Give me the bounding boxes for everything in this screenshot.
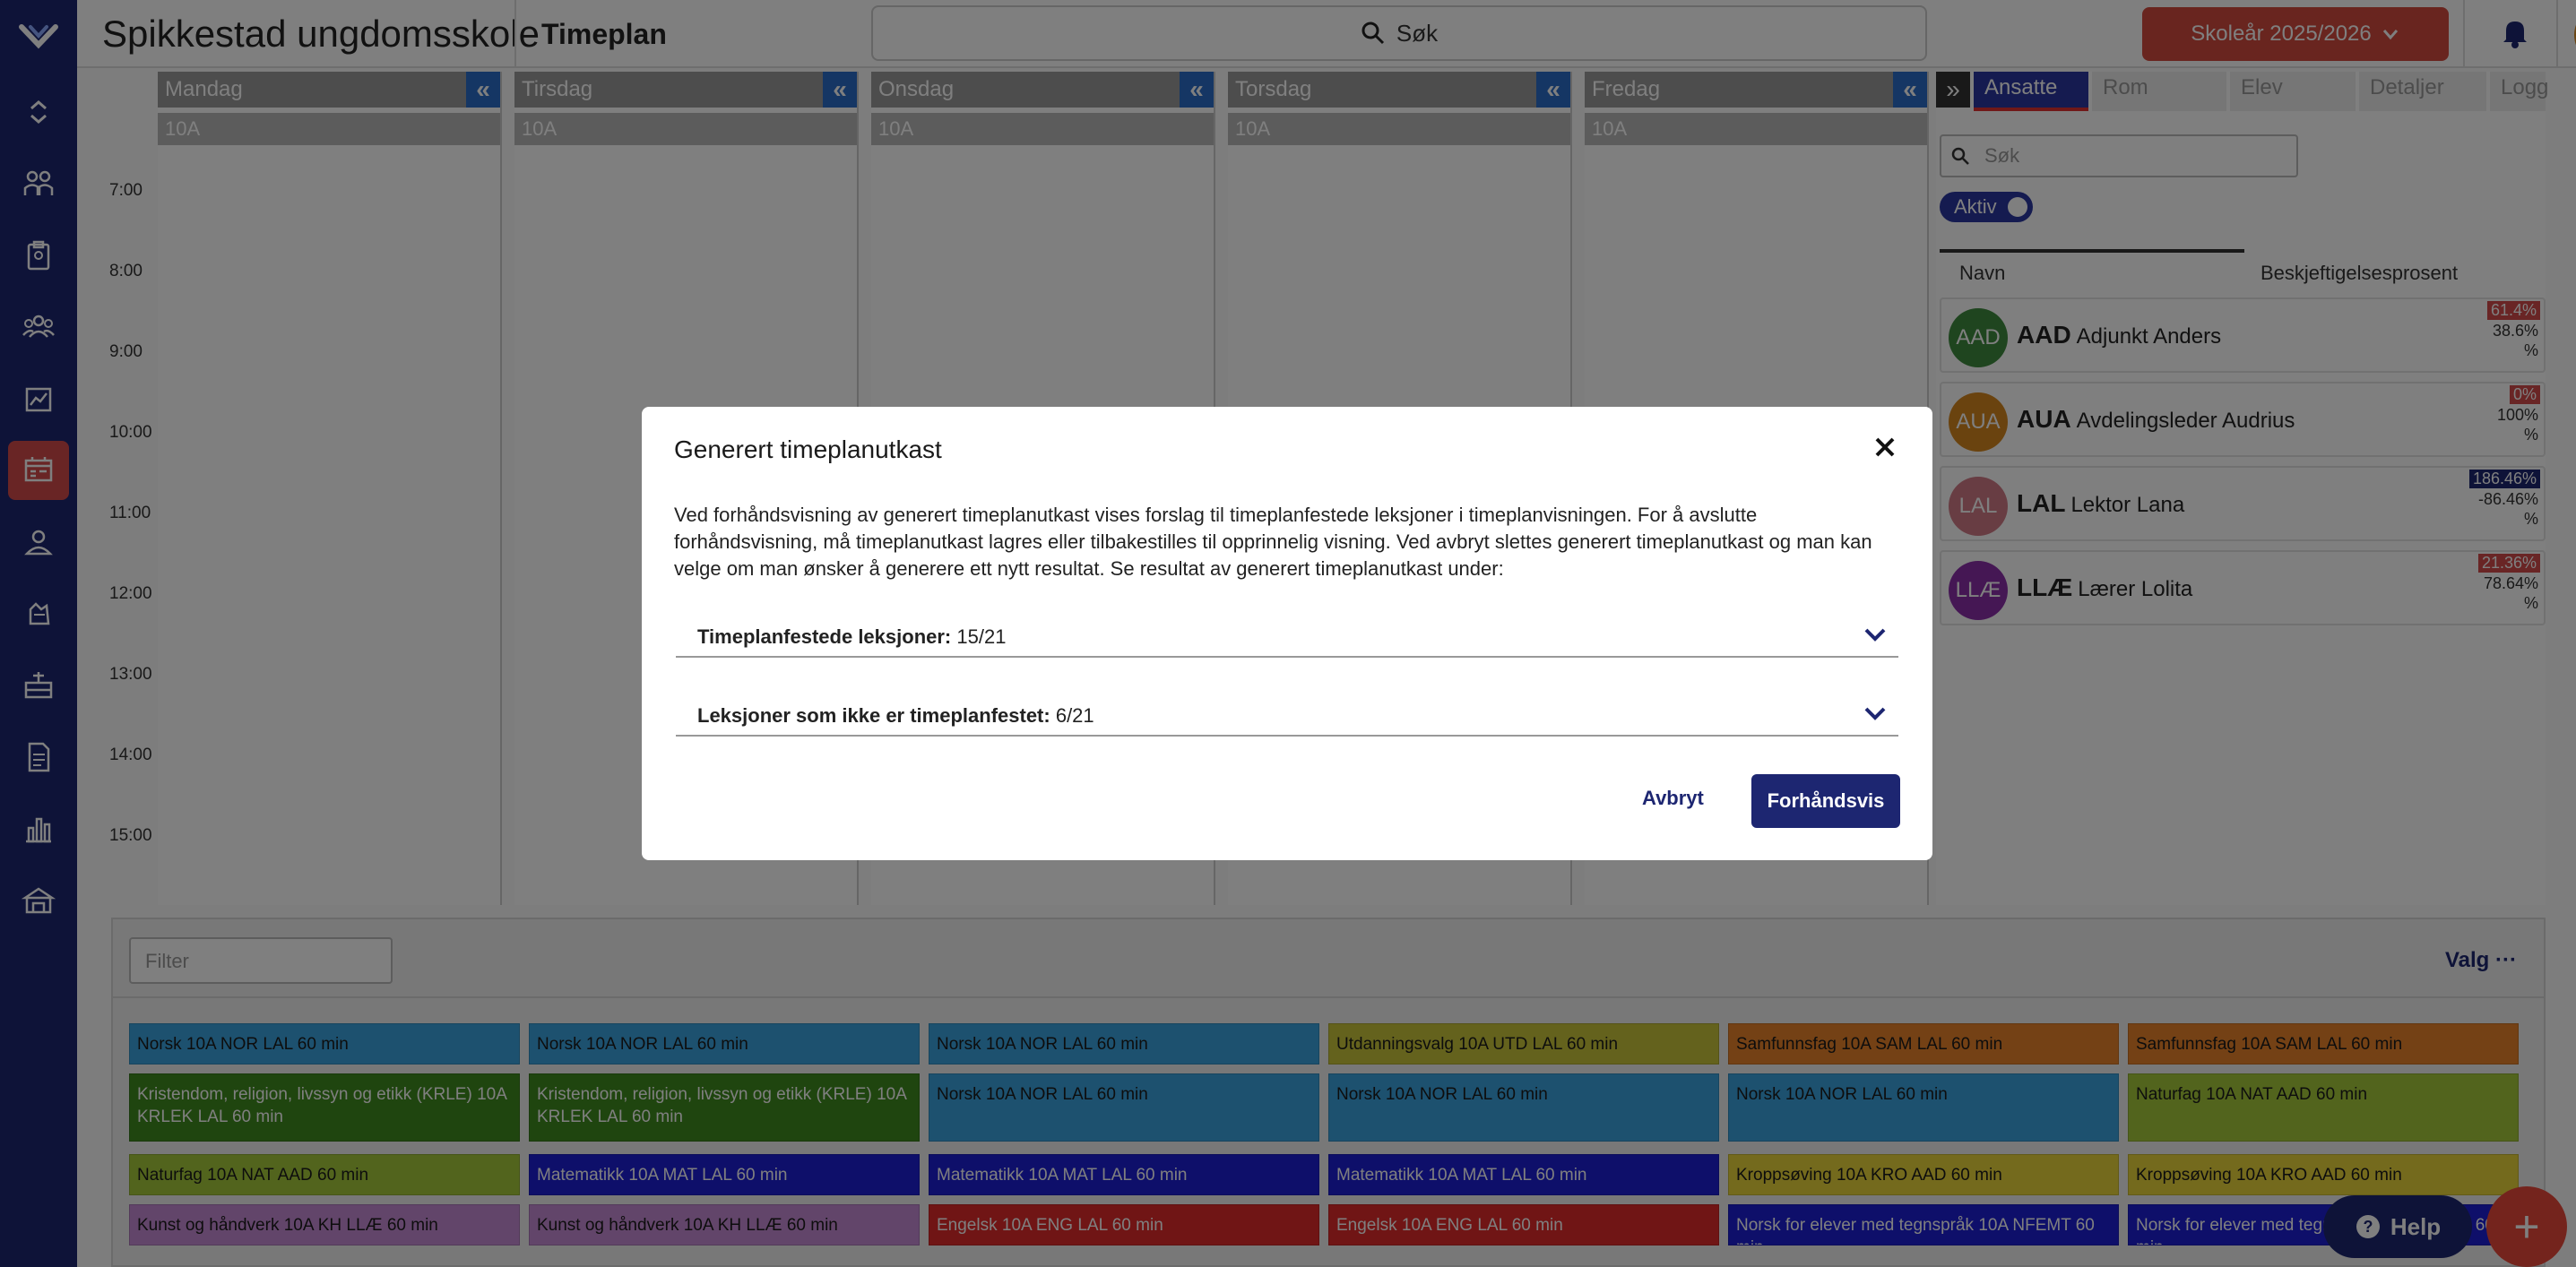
close-icon[interactable] <box>1870 432 1900 462</box>
preview-button[interactable]: Forhåndsvis <box>1751 774 1900 828</box>
accordion-value: 6/21 <box>1055 704 1094 727</box>
dialog-description: Ved forhåndsvisning av generert timeplan… <box>674 504 1872 580</box>
accordion-unscheduled-lessons[interactable]: Leksjoner som ikke er timeplanfestet: 6/… <box>676 699 1898 737</box>
accordion-label: Timeplanfestede leksjoner: <box>697 625 952 648</box>
chevron-down-icon <box>1864 707 1886 720</box>
dialog-title: Generert timeplanutkast <box>674 435 942 463</box>
chevron-down-icon <box>1864 628 1886 642</box>
accordion-label: Leksjoner som ikke er timeplanfestet: <box>697 704 1050 727</box>
generated-timetable-dialog: Generert timeplanutkast Ved forhåndsvisn… <box>642 407 1932 860</box>
cancel-button[interactable]: Avbryt <box>1642 787 1704 810</box>
accordion-value: 15/21 <box>956 625 1007 648</box>
accordion-scheduled-lessons[interactable]: Timeplanfestede leksjoner: 15/21 <box>676 620 1898 658</box>
